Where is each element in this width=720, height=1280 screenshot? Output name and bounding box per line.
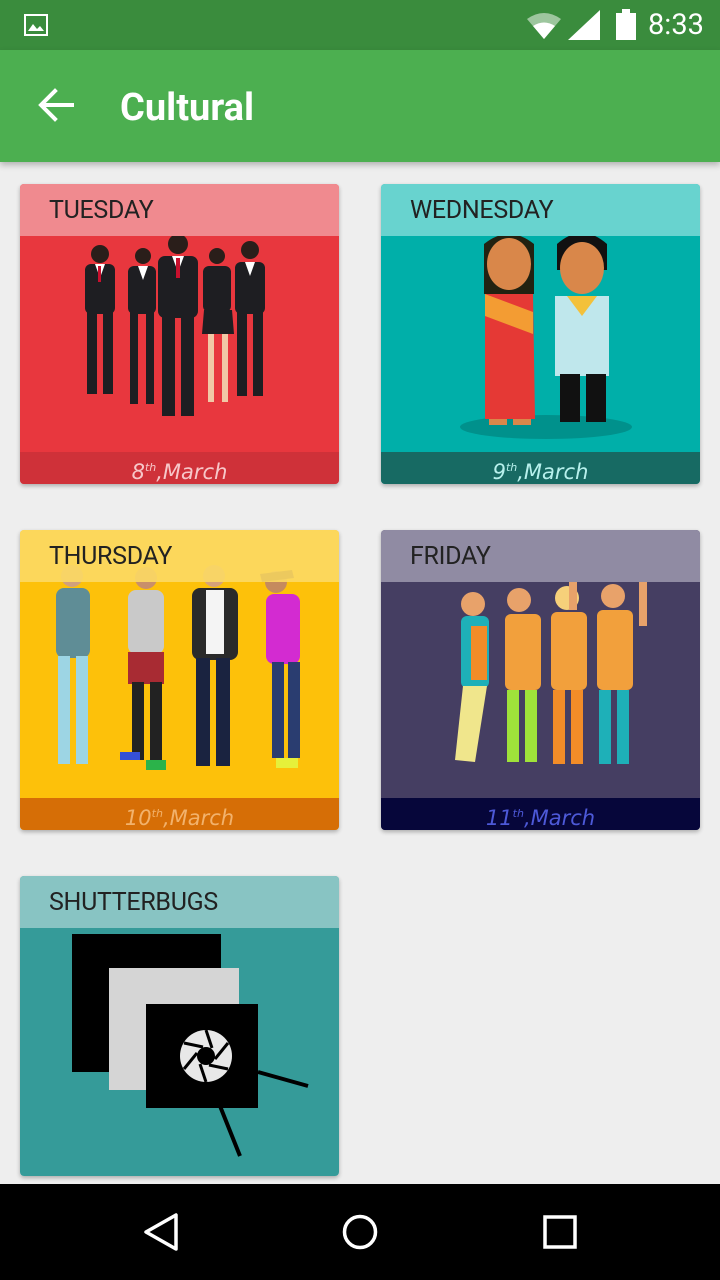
card-label: WEDNESDAY <box>410 196 554 225</box>
back-arrow-icon[interactable] <box>38 88 74 122</box>
business-people-illustration <box>20 184 339 484</box>
system-nav-bar <box>0 1184 720 1280</box>
card-friday[interactable]: FRIDAY 11th,March <box>381 530 700 830</box>
card-date: 11th,March <box>485 806 596 830</box>
battery-icon <box>616 9 636 40</box>
card-shutterbugs[interactable]: SHUTTERBUGS <box>20 876 339 1176</box>
card-wednesday[interactable]: WEDNESDAY 9th,March <box>381 184 700 484</box>
app-bar: Cultural <box>0 50 720 162</box>
card-thursday[interactable]: THURSDAY 10th,March <box>20 530 339 830</box>
image-icon <box>24 14 48 36</box>
status-bar: 8:33 <box>0 0 720 50</box>
traditional-couple-illustration <box>381 184 700 484</box>
card-label: SHUTTERBUGS <box>49 888 218 917</box>
fashion-people-illustration <box>20 530 339 830</box>
clock: 8:33 <box>648 8 704 42</box>
recents-nav-icon[interactable] <box>542 1212 578 1252</box>
card-date: 9th,March <box>492 460 589 484</box>
aperture-icon <box>180 1029 232 1083</box>
woman-figure <box>484 234 535 425</box>
card-date: 10th,March <box>124 806 235 830</box>
back-nav-icon[interactable] <box>142 1212 180 1252</box>
card-label: FRIDAY <box>410 542 491 571</box>
photo-frames-illustration <box>20 876 339 1176</box>
cheering-group-illustration <box>381 530 700 830</box>
card-date: 8th,March <box>131 460 228 484</box>
card-tuesday[interactable]: TUESDAY 8th,March <box>20 184 339 484</box>
signal-icon <box>568 10 600 40</box>
home-nav-icon[interactable] <box>341 1212 379 1252</box>
wifi-icon <box>527 13 561 39</box>
card-label: TUESDAY <box>49 196 154 225</box>
page-title: Cultural <box>120 86 255 130</box>
card-label: THURSDAY <box>49 542 173 571</box>
